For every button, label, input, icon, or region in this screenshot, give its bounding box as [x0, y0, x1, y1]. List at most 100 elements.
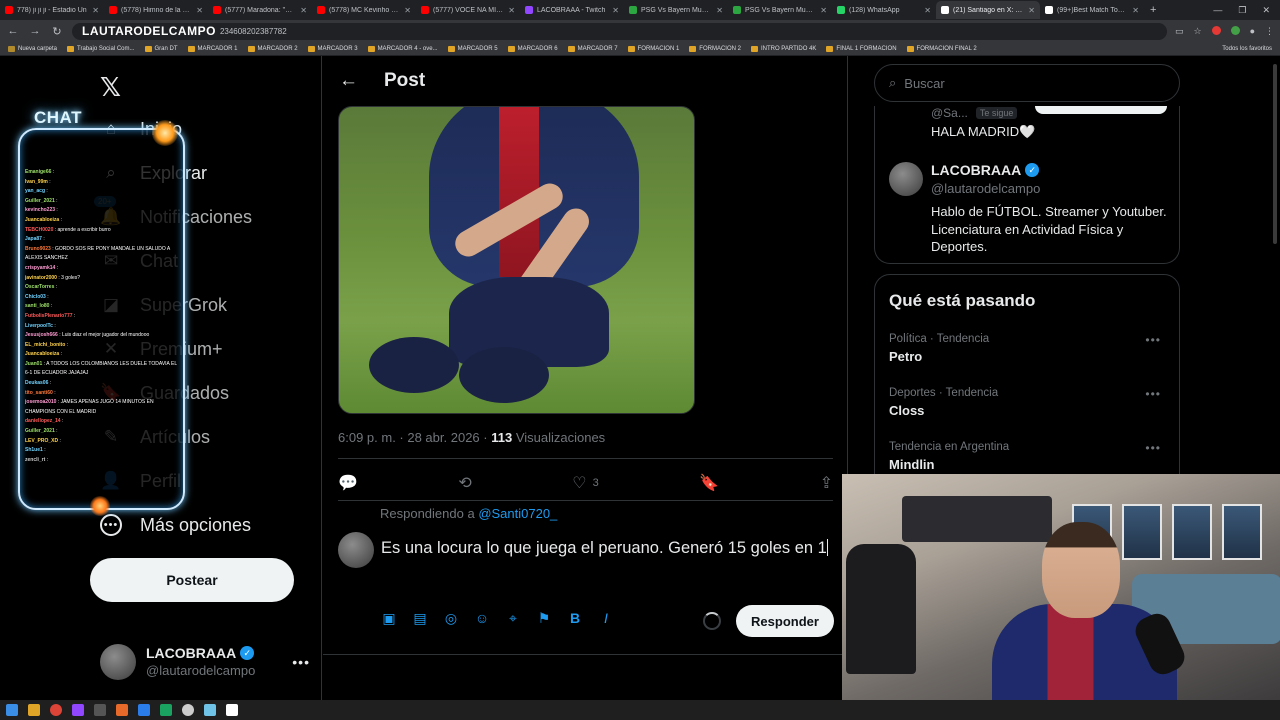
bookmark-action[interactable]: 🔖 — [699, 473, 719, 493]
bookmark-item[interactable]: FORMACION 1 — [627, 45, 679, 52]
tab-close-icon[interactable]: ✕ — [716, 6, 723, 15]
browser-tab[interactable]: PSG Vs Bayern Munich - ✕ — [728, 1, 832, 19]
reload-icon[interactable]: ↻ — [50, 25, 64, 38]
app-icon[interactable] — [204, 704, 216, 716]
back-arrow-icon[interactable]: ← — [339, 70, 358, 92]
extension-icon[interactable] — [1211, 25, 1221, 35]
bookmark-item[interactable]: Nueva carpeta — [8, 45, 57, 52]
chrome-icon[interactable] — [50, 704, 62, 716]
tab-close-icon[interactable]: ✕ — [1132, 6, 1139, 15]
previous-user-handle[interactable]: @Sa... — [931, 106, 968, 120]
follow-button[interactable] — [1035, 106, 1167, 114]
italic-icon[interactable]: I — [598, 610, 614, 627]
app-icon[interactable] — [160, 704, 172, 716]
tab-close-icon[interactable]: ✕ — [300, 6, 307, 15]
trend-item[interactable]: Deportes · Tendencia Closs ••• — [889, 387, 1169, 418]
bookmark-item[interactable]: MARCADOR 3 — [307, 45, 358, 52]
browser-tab[interactable]: (128) WhatsApp ✕ — [832, 1, 936, 19]
browser-tab[interactable]: 778) ji ji ji - Estadio Ún ✕ — [0, 1, 104, 19]
share-action[interactable]: ⇪ — [820, 473, 833, 493]
grok-icon[interactable]: ◎ — [443, 610, 459, 627]
close-window-icon[interactable]: ✕ — [1262, 5, 1270, 16]
trend-item[interactable]: Política · Tendencia Petro ••• — [889, 333, 1169, 364]
app-icon[interactable] — [226, 704, 238, 716]
bookmark-item[interactable]: FORMACION 2 — [689, 45, 741, 52]
emoji-icon[interactable]: ☺ — [474, 610, 490, 627]
tab-close-icon[interactable]: ✕ — [612, 6, 619, 15]
replying-handle[interactable]: @Santi0720_ — [478, 506, 557, 521]
x-logo-icon[interactable]: 𝕏 — [100, 72, 121, 103]
card-name[interactable]: LACOBRAAA — [931, 162, 1021, 178]
edge-icon[interactable] — [138, 704, 150, 716]
profile-avatar-icon[interactable]: ● — [1250, 26, 1255, 37]
like-action[interactable]: ♡ 3 — [572, 473, 598, 493]
card-handle[interactable]: @lautarodelcampo — [931, 181, 1040, 196]
new-tab-button[interactable]: + — [1144, 4, 1162, 16]
extension-icon[interactable] — [1230, 25, 1240, 35]
post-button[interactable]: Postear — [90, 558, 294, 602]
bookmark-item[interactable]: MARCADOR 1 — [187, 45, 238, 52]
cast-icon[interactable]: ▭ — [1175, 26, 1184, 37]
bookmark-item[interactable]: Gran DT — [144, 45, 178, 52]
reply-button[interactable]: Responder — [736, 605, 834, 637]
maximize-icon[interactable]: ❐ — [1238, 5, 1246, 16]
app-icon[interactable] — [116, 704, 128, 716]
repost-action[interactable]: ⟲ — [458, 473, 471, 493]
image-icon[interactable]: ▣ — [381, 610, 397, 627]
browser-tab[interactable]: (5777) VOCE NA MIRA (s✕ — [416, 1, 520, 19]
trend-more-icon[interactable]: ••• — [1145, 441, 1161, 455]
trend-more-icon[interactable]: ••• — [1145, 387, 1161, 401]
bookmark-item[interactable]: MARCADOR 5 — [447, 45, 498, 52]
minimize-icon[interactable]: — — [1213, 5, 1222, 15]
scrollbar[interactable] — [1273, 64, 1277, 244]
tab-close-icon[interactable]: ✕ — [92, 6, 99, 15]
bookmark-item[interactable]: Trabajo Social Com... — [67, 45, 135, 52]
browser-tab[interactable]: LACOBRAAA - Twitch ✕ — [520, 1, 624, 19]
post-date[interactable]: 6:09 p. m. · 28 abr. 2026 · — [338, 430, 491, 445]
obs-icon[interactable] — [94, 704, 106, 716]
flag-icon[interactable]: ⚑ — [536, 610, 552, 627]
forward-nav-icon[interactable]: → — [28, 25, 42, 37]
bookmark-item[interactable]: FINAL 1 FORMACION — [826, 45, 897, 52]
back-nav-icon[interactable]: ← — [6, 25, 20, 37]
trend-item[interactable]: Tendencia en Argentina Mindlin ••• — [889, 441, 1169, 472]
browser-tab[interactable]: (5777) Maradona: "A jug ✕ — [208, 1, 312, 19]
reply-action[interactable]: 💬 — [338, 473, 358, 493]
reply-textbox[interactable]: Es una locura lo que juega el peruano. G… — [381, 538, 831, 559]
location-icon[interactable]: ⌖ — [505, 610, 521, 627]
browser-tab[interactable]: (5778) MC Kevinho - O G ✕ — [312, 1, 416, 19]
account-switcher[interactable]: LACOBRAAA ✓ @lautarodelcampo ••• — [100, 642, 310, 682]
app-icon[interactable] — [182, 704, 194, 716]
search-input[interactable]: ⌕ Buscar — [874, 64, 1180, 102]
twitch-icon[interactable] — [72, 704, 84, 716]
gif-icon[interactable]: ▤ — [412, 610, 428, 627]
tab-close-icon[interactable]: ✕ — [404, 6, 411, 15]
nav-item-m-s-opciones[interactable]: ••• Más opciones — [100, 514, 251, 536]
tab-close-icon[interactable]: ✕ — [1028, 6, 1035, 15]
star-icon[interactable]: ☆ — [1193, 26, 1201, 37]
menu-icon[interactable]: ⋮ — [1265, 26, 1274, 37]
bookmark-item[interactable]: MARCADOR 2 — [247, 45, 298, 52]
browser-tab[interactable]: (5778) Himno de la cham ✕ — [104, 1, 208, 19]
bookmark-item[interactable]: MARCADOR 4 - ove... — [367, 45, 438, 52]
account-more-icon[interactable]: ••• — [292, 654, 310, 670]
file-explorer-icon[interactable] — [28, 704, 40, 716]
all-bookmarks[interactable]: Todos los favoritos — [1219, 46, 1272, 52]
tab-close-icon[interactable]: ✕ — [196, 6, 203, 15]
post-image[interactable] — [338, 106, 695, 414]
windows-start-icon[interactable] — [6, 704, 18, 716]
avatar[interactable] — [889, 162, 923, 196]
bookmark-item[interactable]: MARCADOR 6 — [507, 45, 558, 52]
tab-close-icon[interactable]: ✕ — [820, 6, 827, 15]
bold-icon[interactable]: B — [567, 610, 583, 627]
trend-more-icon[interactable]: ••• — [1145, 333, 1161, 347]
address-bar[interactable]: LAUTARODELCAMPO 234608202387782 — [72, 22, 1167, 40]
browser-tab[interactable]: (21) Santiago en X: "@la ✕ — [936, 1, 1040, 19]
tab-close-icon[interactable]: ✕ — [924, 6, 931, 15]
browser-tab[interactable]: PSG Vs Bayern Munich - ✕ — [624, 1, 728, 19]
tab-close-icon[interactable]: ✕ — [508, 6, 515, 15]
bookmark-item[interactable]: MARCADOR 7 — [567, 45, 618, 52]
bookmark-item[interactable]: FORMACION FINAL 2 — [906, 45, 977, 52]
bookmark-item[interactable]: INTRO PARTIDO 4K — [750, 45, 816, 52]
browser-tab[interactable]: (99+)Best Match Today ✕ — [1040, 1, 1144, 19]
